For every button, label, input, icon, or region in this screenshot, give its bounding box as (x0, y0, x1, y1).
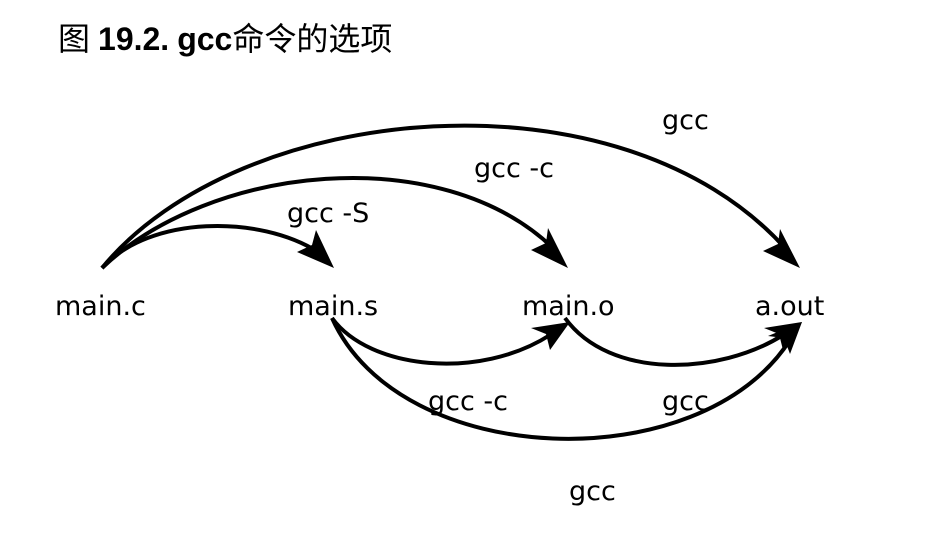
gcc-pipeline-diagram: main.c main.s main.o a.out gcc -S gcc -c… (55, 105, 824, 507)
node-a-out: a.out (755, 291, 824, 322)
node-main-s: main.s (288, 291, 378, 322)
edge-label-o-to-out: gcc (662, 386, 709, 417)
edge-label-c-to-o: gcc -c (474, 153, 554, 184)
edge-label-s-to-out: gcc (569, 476, 616, 507)
edge-label-s-to-o: gcc -c (428, 386, 508, 417)
arrowhead-c-to-out (763, 229, 800, 268)
arrowhead-s-to-o (531, 322, 570, 350)
edge-label-c-to-s: gcc -S (287, 198, 369, 229)
edge-s-to-out (330, 317, 792, 441)
arrowhead-c-to-s (297, 230, 334, 268)
node-main-o: main.o (522, 291, 615, 322)
edge-s-to-o (330, 316, 552, 366)
edge-label-c-to-out: gcc (662, 105, 709, 136)
edge-c-to-out (100, 123, 787, 270)
node-main-c: main.c (55, 291, 146, 322)
edge-o-to-out (563, 316, 785, 367)
